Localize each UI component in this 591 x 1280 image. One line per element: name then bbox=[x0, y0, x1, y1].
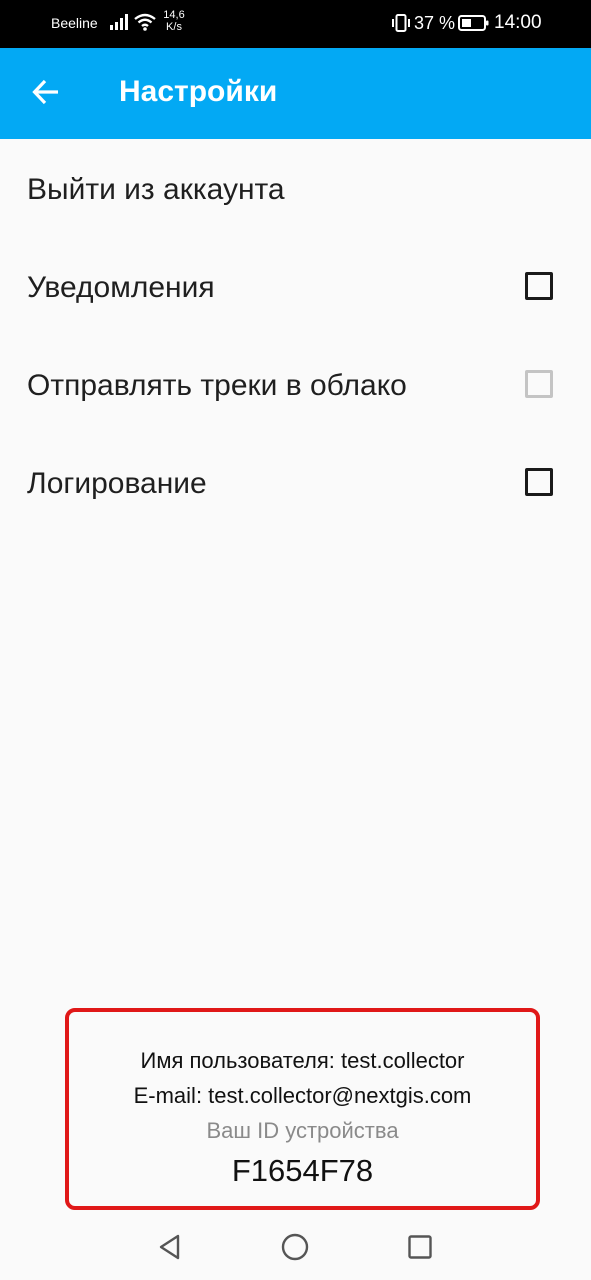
back-button[interactable] bbox=[20, 72, 72, 116]
cloud-tracks-checkbox[interactable] bbox=[525, 370, 553, 398]
home-circle-icon bbox=[280, 1232, 310, 1267]
battery-icon bbox=[458, 14, 490, 37]
cloud-tracks-label: Отправлять треки в облако bbox=[27, 369, 407, 402]
network-speed-value: 14,6 bbox=[163, 9, 185, 21]
logout-label: Выйти из аккаунта bbox=[27, 173, 285, 206]
network-speed-unit: K/s bbox=[166, 21, 182, 33]
notifications-checkbox[interactable] bbox=[525, 272, 553, 300]
recents-square-icon bbox=[406, 1233, 434, 1266]
wifi-icon bbox=[133, 12, 157, 37]
logging-row[interactable]: Логирование bbox=[0, 434, 591, 532]
account-info-box: Имя пользователя: test.collector E-mail:… bbox=[65, 1008, 540, 1210]
notifications-row[interactable]: Уведомления bbox=[0, 238, 591, 336]
email-text: E-mail: test.collector@nextgis.com bbox=[133, 1083, 472, 1108]
signal-icon bbox=[109, 13, 129, 36]
logging-checkbox[interactable] bbox=[525, 468, 553, 496]
logging-label: Логирование bbox=[27, 467, 207, 500]
device-id-value: F1654F78 bbox=[231, 1153, 374, 1188]
device-id-label: Ваш ID устройства bbox=[206, 1118, 399, 1143]
app-bar: Настройки bbox=[0, 48, 591, 139]
nav-recents-button[interactable] bbox=[400, 1229, 440, 1269]
cloud-tracks-row[interactable]: Отправлять треки в облако bbox=[0, 336, 591, 434]
carrier-name: Beeline bbox=[51, 15, 98, 31]
network-speed: 14,6 K/s bbox=[160, 9, 188, 33]
nav-home-button[interactable] bbox=[275, 1229, 315, 1269]
nav-back-button[interactable] bbox=[150, 1229, 190, 1269]
battery-percent: 37 % bbox=[414, 13, 456, 33]
clock: 14:00 bbox=[494, 12, 542, 33]
logout-row[interactable]: Выйти из аккаунта bbox=[0, 140, 591, 238]
username-text: Имя пользователя: test.collector bbox=[140, 1048, 465, 1073]
arrow-left-icon bbox=[31, 78, 61, 111]
status-bar: Beeline 14,6 K/s 37 % 14:00 bbox=[0, 0, 591, 48]
settings-screen: Beeline 14,6 K/s 37 % 14:00 Настройки Вы… bbox=[0, 0, 591, 1280]
back-triangle-icon bbox=[156, 1233, 184, 1266]
system-nav-bar bbox=[0, 1215, 591, 1280]
notifications-label: Уведомления bbox=[27, 271, 215, 304]
vibrate-icon bbox=[390, 13, 412, 38]
page-title: Настройки bbox=[119, 75, 278, 108]
